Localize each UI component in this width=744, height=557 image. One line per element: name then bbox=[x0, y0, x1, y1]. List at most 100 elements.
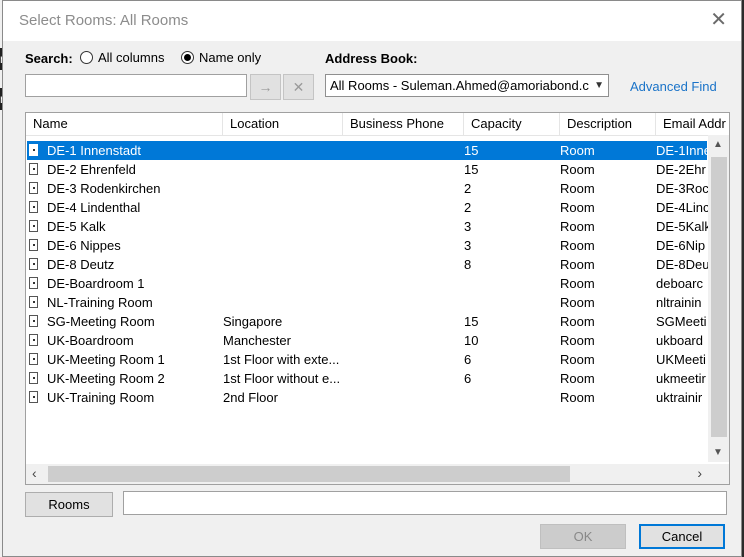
room-icon bbox=[29, 201, 38, 213]
cell-location: 1st Floor with exte... bbox=[223, 352, 340, 367]
cell-location bbox=[223, 274, 341, 293]
cell-capacity bbox=[464, 293, 558, 312]
address-book-select[interactable]: All Rooms - Suleman.Ahmed@amoriabond.c ▼ bbox=[325, 74, 609, 97]
cell-business-phone bbox=[344, 388, 462, 407]
radio-circle[interactable] bbox=[80, 51, 93, 64]
rooms-field[interactable] bbox=[123, 491, 727, 515]
scroll-down-icon[interactable]: ▼ bbox=[713, 447, 723, 458]
cell-location bbox=[223, 293, 341, 312]
chevron-down-icon: ▼ bbox=[594, 80, 604, 91]
cell-name: DE-4 Lindenthal bbox=[47, 200, 141, 215]
room-icon bbox=[29, 372, 38, 384]
title-bar: Select Rooms: All Rooms ✕ bbox=[3, 1, 741, 41]
cell-name: DE-3 Rodenkirchen bbox=[47, 181, 161, 196]
cell-name: DE-8 Deutz bbox=[47, 257, 115, 272]
table-row[interactable]: UK-Training Room 2nd Floor Room uktrainir bbox=[27, 388, 707, 407]
table-row[interactable]: DE-2 Ehrenfeld 15 Room DE-2Ehr bbox=[27, 160, 707, 179]
cell-description: Room bbox=[560, 333, 595, 348]
cell-business-phone bbox=[344, 350, 462, 369]
cell-business-phone bbox=[344, 331, 462, 350]
table-row[interactable]: UK-Meeting Room 1 1st Floor with exte... 6… bbox=[27, 350, 707, 369]
search-label: Search: bbox=[25, 51, 73, 66]
table-row[interactable]: DE-8 Deutz 8 Room DE-8Deu bbox=[27, 255, 708, 274]
cell-description: Room bbox=[560, 257, 595, 272]
column-header-business-phone[interactable]: Business Phone bbox=[343, 113, 464, 135]
radio-circle-selected[interactable] bbox=[181, 51, 194, 64]
cell-location bbox=[223, 141, 341, 160]
cell-email: DE-6Nip bbox=[656, 238, 706, 253]
cell-location: Manchester bbox=[223, 333, 291, 348]
cancel-button[interactable]: Cancel bbox=[639, 524, 725, 549]
cell-capacity: 3 bbox=[464, 219, 472, 234]
go-button[interactable]: → bbox=[250, 74, 281, 100]
search-input[interactable] bbox=[25, 74, 247, 97]
vertical-scrollbar[interactable]: ▲ ▼ bbox=[708, 135, 729, 462]
cell-description: Room bbox=[560, 200, 595, 215]
vertical-scroll-thumb[interactable] bbox=[711, 157, 727, 437]
cell-business-phone bbox=[344, 236, 462, 255]
cell-business-phone bbox=[344, 141, 462, 160]
horizontal-scroll-thumb[interactable] bbox=[48, 466, 570, 482]
dialog-title: Select Rooms: All Rooms bbox=[19, 12, 189, 29]
cell-description: Room bbox=[560, 162, 595, 177]
cell-location: 1st Floor without e... bbox=[223, 371, 341, 386]
arrow-right-icon: → bbox=[258, 79, 273, 95]
table-row[interactable]: SG-Meeting Room Singapore 15 Room SGMeeti bbox=[27, 312, 707, 331]
cell-name: UK-Meeting Room 2 bbox=[47, 371, 165, 386]
table-row[interactable]: UK-Boardroom Manchester 10 Room ukboard bbox=[27, 331, 707, 350]
cell-email: ukmeetir bbox=[656, 371, 706, 386]
cell-email: DE-5Kalk bbox=[656, 219, 708, 234]
column-header-location[interactable]: Location bbox=[223, 113, 343, 135]
radio-name-only[interactable]: Name only bbox=[181, 50, 261, 65]
table-row[interactable]: DE-3 Rodenkirchen 2 Room DE-3Roc bbox=[27, 179, 708, 198]
cell-capacity bbox=[464, 274, 558, 293]
cell-name: DE-Boardroom 1 bbox=[47, 276, 145, 291]
column-header-name[interactable]: Name bbox=[26, 113, 223, 135]
cell-business-phone bbox=[344, 369, 462, 388]
cell-business-phone bbox=[344, 312, 462, 331]
cell-description: Room bbox=[560, 181, 595, 196]
room-icon bbox=[29, 182, 38, 194]
table-header: Name Location Business Phone Capacity De… bbox=[26, 113, 729, 136]
cell-capacity: 15 bbox=[464, 143, 479, 158]
room-icon bbox=[29, 277, 38, 289]
column-header-description[interactable]: Description bbox=[560, 113, 656, 135]
radio-name-only-label: Name only bbox=[199, 50, 262, 65]
scroll-left-icon[interactable]: ‹ bbox=[32, 465, 37, 481]
cell-name: SG-Meeting Room bbox=[47, 314, 155, 329]
cell-capacity: 6 bbox=[464, 371, 472, 386]
column-header-capacity[interactable]: Capacity bbox=[464, 113, 560, 135]
rooms-button[interactable]: Rooms bbox=[25, 492, 113, 517]
table-row[interactable]: DE-1 Innenstadt 15 Room DE-1Inne bbox=[27, 141, 708, 160]
cell-name: UK-Boardroom bbox=[47, 333, 134, 348]
advanced-find-link[interactable]: Advanced Find bbox=[630, 79, 717, 94]
cell-capacity: 8 bbox=[464, 257, 472, 272]
table-row[interactable]: DE-Boardroom 1 Room deboarc bbox=[27, 274, 707, 293]
horizontal-scrollbar[interactable]: ‹ › bbox=[26, 464, 708, 484]
cell-description: Room bbox=[560, 219, 595, 234]
table-row[interactable]: NL-Training Room Room nltrainin bbox=[27, 293, 707, 312]
cell-business-phone bbox=[344, 255, 462, 274]
cell-description: Room bbox=[560, 352, 595, 367]
radio-all-columns-label: All columns bbox=[98, 50, 165, 65]
cell-email: DE-2Ehr bbox=[656, 162, 706, 177]
room-icon bbox=[29, 163, 38, 175]
close-icon[interactable]: ✕ bbox=[710, 10, 727, 30]
table-row[interactable]: DE-6 Nippes 3 Room DE-6Nip bbox=[27, 236, 707, 255]
cell-email: DE-3Roc bbox=[656, 181, 708, 196]
room-icon bbox=[29, 296, 38, 308]
radio-all-columns[interactable]: All columns bbox=[80, 50, 164, 65]
cell-name: DE-1 Innenstadt bbox=[47, 143, 141, 158]
cell-capacity: 10 bbox=[464, 333, 479, 348]
scroll-up-icon[interactable]: ▲ bbox=[713, 139, 723, 150]
cell-capacity: 2 bbox=[464, 200, 472, 215]
cell-capacity: 2 bbox=[464, 181, 472, 196]
room-icon bbox=[29, 334, 38, 346]
scroll-right-icon[interactable]: › bbox=[697, 465, 702, 481]
table-row[interactable]: UK-Meeting Room 2 1st Floor without e... 6… bbox=[27, 369, 707, 388]
column-header-email[interactable]: Email Addr bbox=[656, 113, 729, 135]
table-row[interactable]: DE-4 Lindenthal 2 Room DE-4Linc bbox=[27, 198, 708, 217]
table-row[interactable]: DE-5 Kalk 3 Room DE-5Kalk bbox=[27, 217, 708, 236]
ok-button[interactable]: OK bbox=[540, 524, 626, 549]
clear-search-button[interactable]: ✕ bbox=[283, 74, 314, 100]
